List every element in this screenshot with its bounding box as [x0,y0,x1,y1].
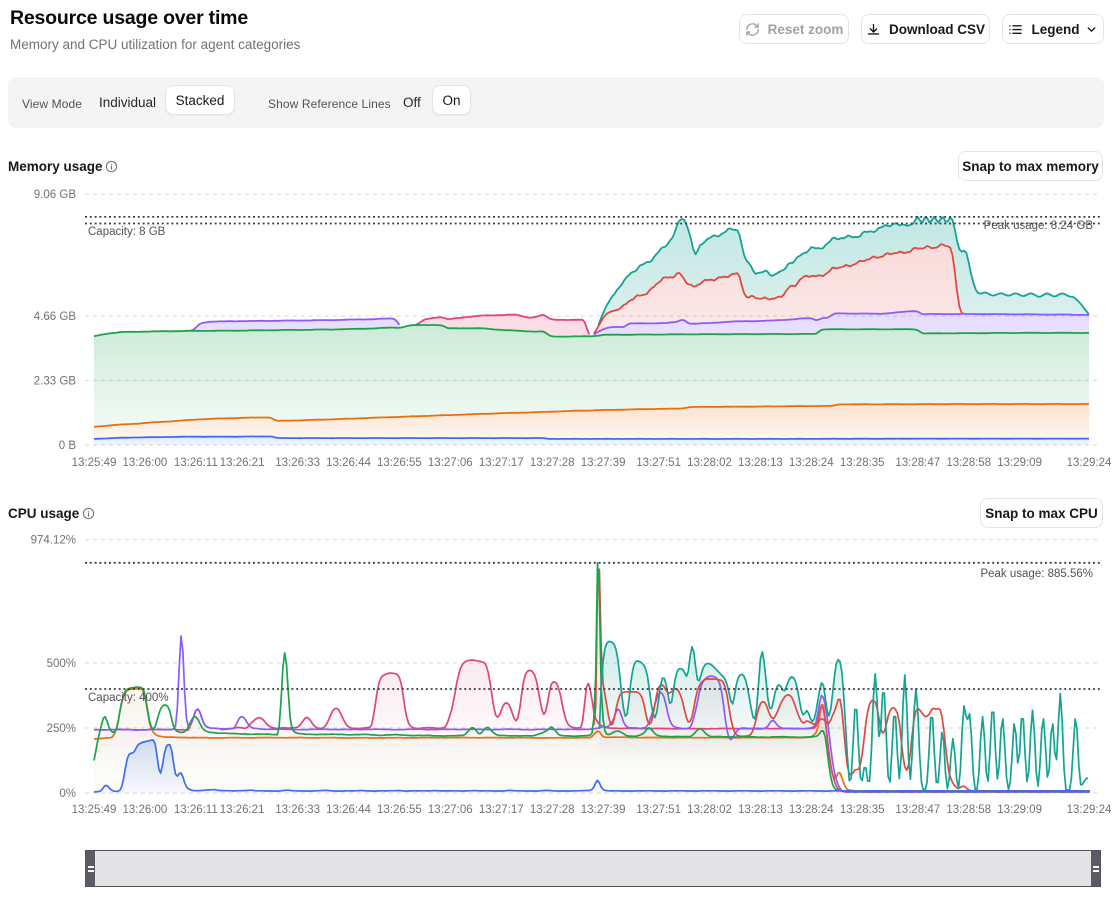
svg-text:13:26:11: 13:26:11 [174,457,218,469]
svg-text:Capacity: 8 GB: Capacity: 8 GB [88,226,166,238]
svg-text:13:27:51: 13:27:51 [636,457,681,469]
svg-text:974.12%: 974.12% [31,535,76,547]
svg-text:13:29:09: 13:29:09 [997,804,1042,816]
svg-text:13:27:39: 13:27:39 [581,457,626,469]
svg-text:13:26:11: 13:26:11 [174,804,218,816]
svg-text:13:29:24: 13:29:24 [1067,457,1112,469]
svg-text:13:26:55: 13:26:55 [377,457,422,469]
svg-text:9.06 GB: 9.06 GB [34,189,77,201]
svg-text:13:27:17: 13:27:17 [479,804,524,816]
svg-text:13:26:00: 13:26:00 [123,457,168,469]
svg-text:13:25:49: 13:25:49 [72,804,117,816]
svg-text:13:28:47: 13:28:47 [895,804,940,816]
svg-text:13:27:28: 13:27:28 [530,457,575,469]
svg-text:13:29:24: 13:29:24 [1067,804,1112,816]
svg-text:Peak usage: 8.24 GB: Peak usage: 8.24 GB [984,220,1094,232]
svg-text:13:26:44: 13:26:44 [326,457,371,469]
svg-text:13:26:33: 13:26:33 [275,457,320,469]
svg-text:13:28:47: 13:28:47 [895,457,940,469]
svg-text:13:28:35: 13:28:35 [840,804,885,816]
svg-text:0 B: 0 B [59,440,77,452]
svg-text:13:28:13: 13:28:13 [738,804,783,816]
svg-text:13:27:17: 13:27:17 [479,457,524,469]
svg-text:250%: 250% [47,723,76,735]
svg-text:13:28:58: 13:28:58 [946,457,991,469]
svg-text:13:27:06: 13:27:06 [428,457,473,469]
svg-text:13:28:24: 13:28:24 [789,804,834,816]
svg-text:13:26:55: 13:26:55 [377,804,422,816]
svg-text:13:25:49: 13:25:49 [72,457,117,469]
svg-text:13:28:02: 13:28:02 [687,457,732,469]
svg-text:0%: 0% [59,788,76,800]
svg-text:13:26:33: 13:26:33 [275,804,320,816]
svg-text:13:26:44: 13:26:44 [326,804,371,816]
svg-text:500%: 500% [47,658,76,670]
svg-text:13:26:00: 13:26:00 [123,804,168,816]
svg-text:13:28:35: 13:28:35 [840,457,885,469]
svg-text:13:27:28: 13:27:28 [530,804,575,816]
svg-text:4.66 GB: 4.66 GB [34,311,77,323]
svg-text:13:28:58: 13:28:58 [946,804,991,816]
svg-text:13:28:24: 13:28:24 [789,457,834,469]
svg-text:13:27:51: 13:27:51 [636,804,681,816]
svg-text:13:28:02: 13:28:02 [687,804,732,816]
svg-text:13:28:13: 13:28:13 [738,457,783,469]
svg-text:13:27:06: 13:27:06 [428,804,473,816]
svg-text:13:27:39: 13:27:39 [581,804,626,816]
svg-text:13:26:21: 13:26:21 [220,457,265,469]
svg-text:Capacity: 400%: Capacity: 400% [88,692,169,704]
svg-text:2.33 GB: 2.33 GB [34,376,77,388]
svg-text:13:29:09: 13:29:09 [997,457,1042,469]
svg-text:13:26:21: 13:26:21 [220,804,265,816]
svg-text:Peak usage: 885.56%: Peak usage: 885.56% [980,568,1093,580]
